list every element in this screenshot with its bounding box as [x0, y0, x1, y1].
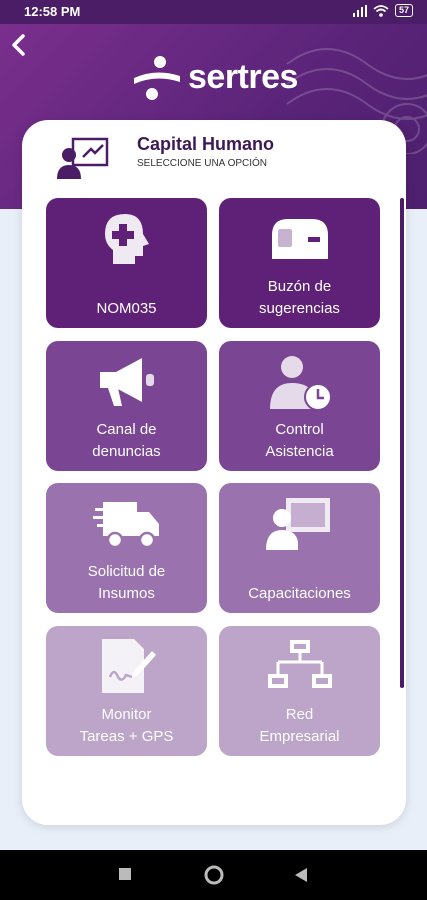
card-subtitle: SELECCIONE UNA OPCIÓN — [137, 158, 268, 169]
status-icons: 57 — [352, 4, 413, 17]
card-header: Capital Humano SELECCIONE UNA OPCIÓN — [57, 134, 274, 184]
presentation-user-icon — [57, 137, 109, 179]
tile-solicitud-insumos[interactable]: Solicitud de Insumos — [46, 483, 207, 613]
tile-label: Monitor Tareas + GPS — [79, 706, 174, 745]
tile-buzon-sugerencias[interactable]: Buzón de sugerencias — [219, 198, 380, 328]
status-bar: 12:58 PM 57 — [0, 0, 427, 24]
mailbox-icon — [219, 204, 380, 274]
card-title: Capital Humano — [137, 134, 275, 154]
user-clock-icon — [219, 347, 380, 417]
tile-label: Buzón de sugerencias — [259, 278, 340, 317]
tile-label: Control Asistencia — [265, 421, 334, 460]
signal-icon — [352, 4, 367, 17]
tile-label: Capacitaciones — [248, 585, 351, 602]
signed-document-icon — [46, 632, 207, 702]
delivery-truck-icon — [46, 489, 207, 559]
brand-logo: sertres — [130, 54, 298, 100]
tile-red-empresarial[interactable]: Red Empresarial — [219, 626, 380, 756]
brain-plus-icon — [46, 204, 207, 274]
status-time: 12:58 PM — [24, 4, 81, 19]
tile-label: NOM035 — [96, 300, 157, 317]
logo-mark-icon — [134, 56, 180, 100]
tile-monitor-tareas-gps[interactable]: Monitor Tareas + GPS — [46, 626, 207, 756]
tile-canal-denuncias[interactable]: Canal de denuncias — [46, 341, 207, 471]
tile-control-asistencia[interactable]: Control Asistencia — [219, 341, 380, 471]
tile-nom035[interactable]: NOM035 — [46, 198, 207, 328]
megaphone-icon — [46, 347, 207, 417]
system-navbar — [0, 850, 427, 900]
network-icon — [219, 632, 380, 702]
tile-label: Red Empresarial — [259, 706, 340, 745]
tile-label: Solicitud de Insumos — [87, 563, 166, 602]
scrollbar[interactable] — [400, 198, 404, 688]
home-button[interactable] — [204, 865, 224, 885]
wifi-icon — [373, 4, 389, 17]
back-button[interactable] — [294, 867, 308, 883]
tile-capacitaciones[interactable]: Capacitaciones — [219, 483, 380, 613]
brand-name: sertres — [188, 57, 298, 96]
presentation-icon — [219, 489, 380, 559]
tile-label: Canal de denuncias — [92, 421, 161, 460]
recent-apps-button[interactable] — [118, 867, 132, 881]
battery-indicator: 57 — [394, 4, 413, 17]
chevron-left-icon[interactable] — [8, 32, 30, 58]
